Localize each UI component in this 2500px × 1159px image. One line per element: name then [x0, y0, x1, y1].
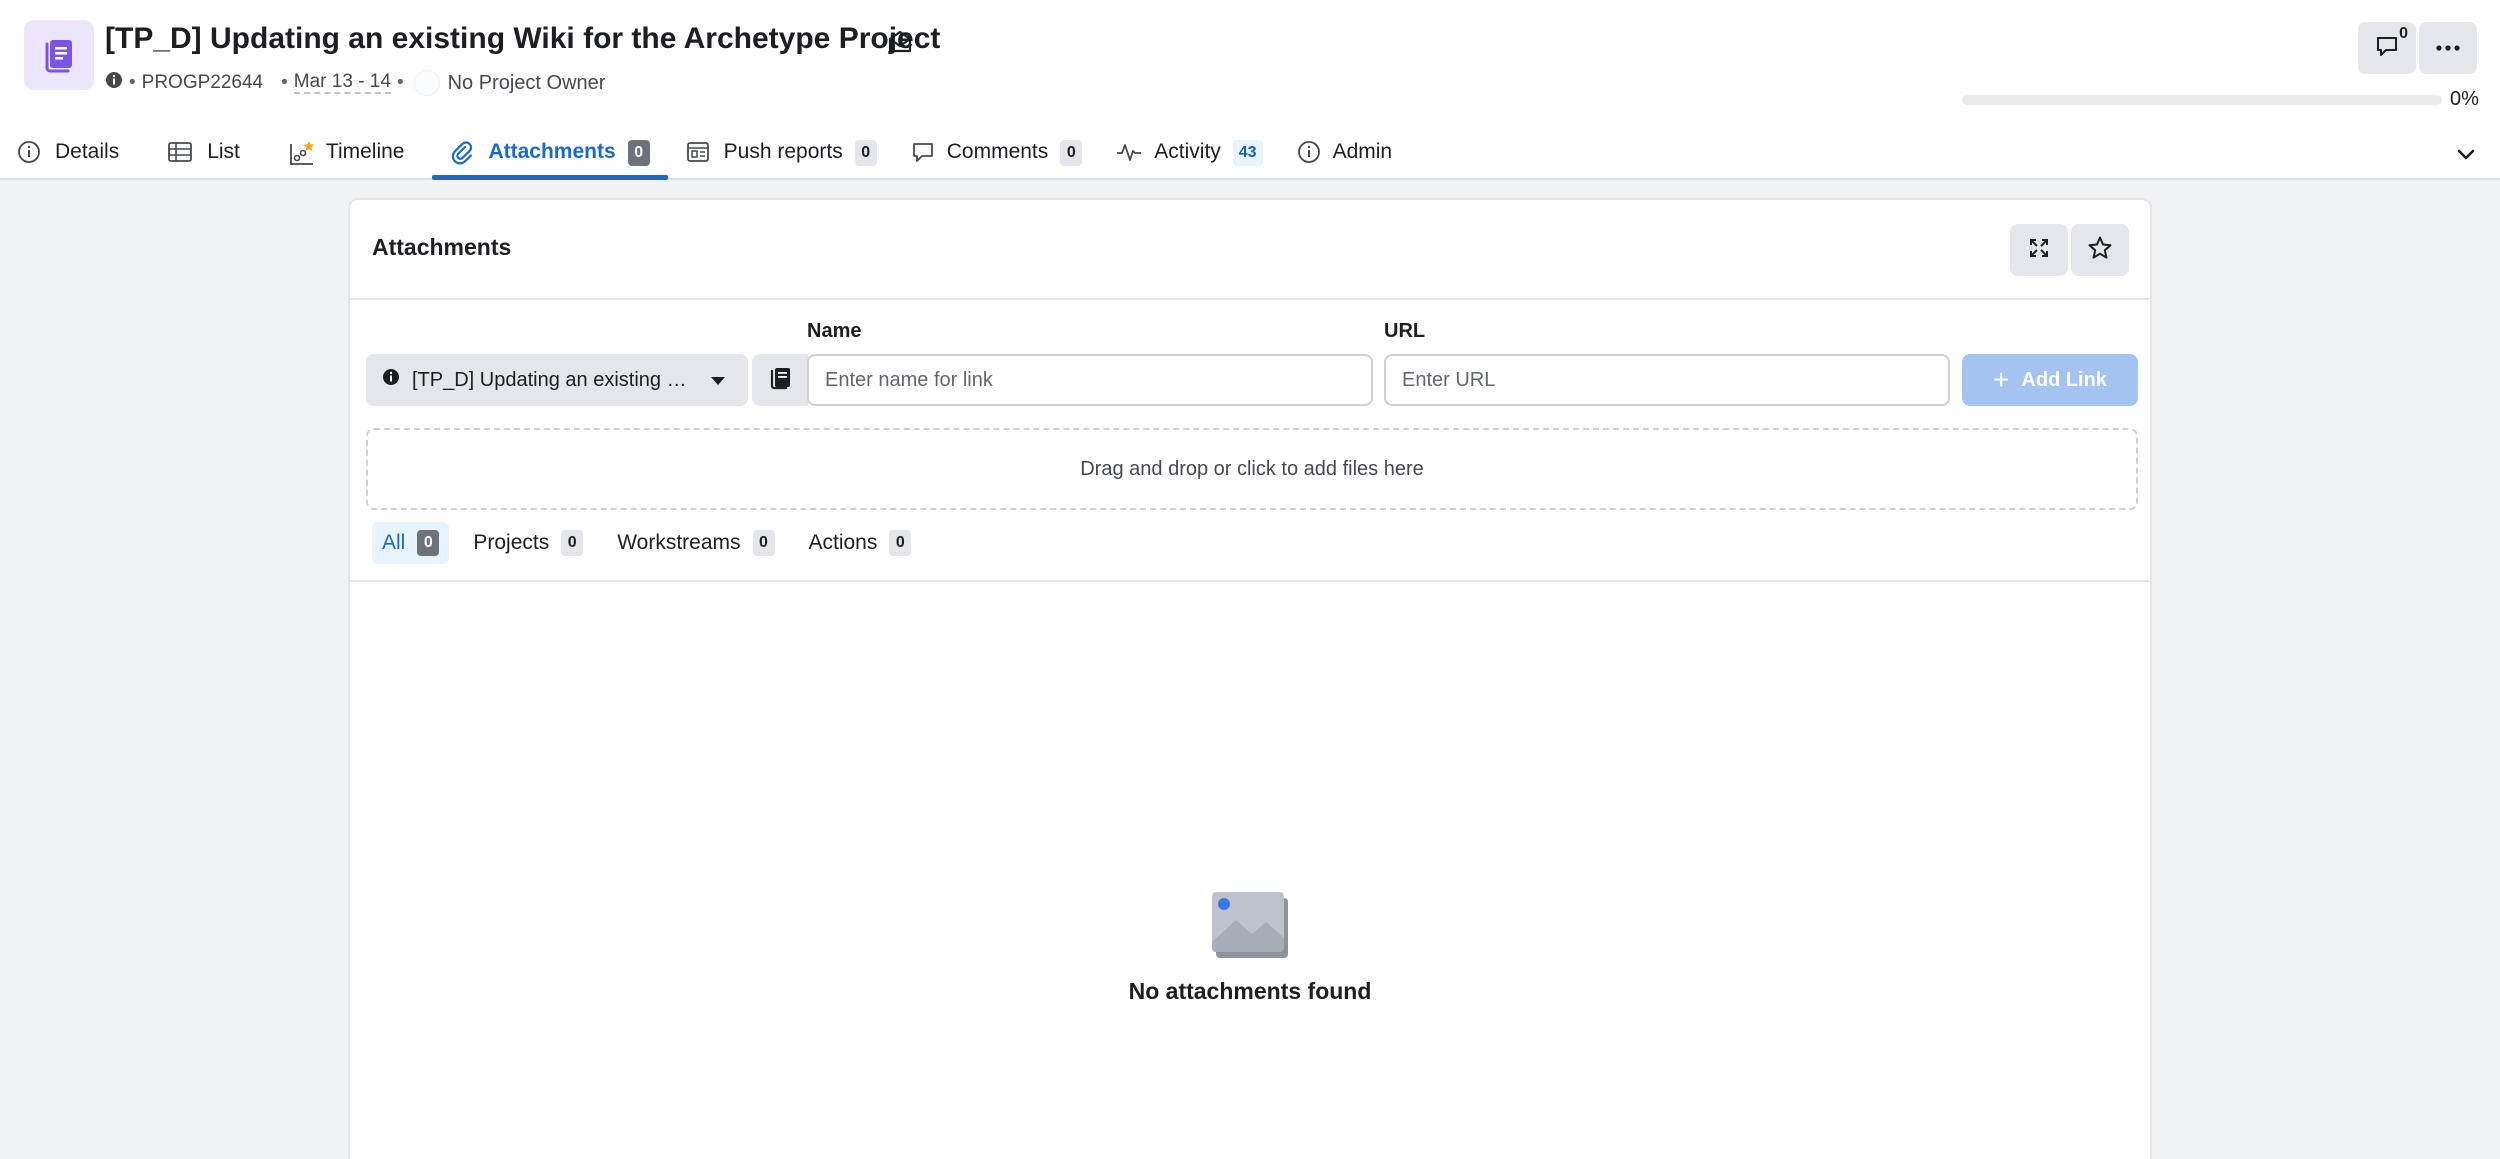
filter-label: Workstreams — [617, 531, 741, 554]
tab-label: Details — [55, 140, 120, 163]
expand-icon — [2028, 237, 2050, 264]
owner-avatar[interactable] — [413, 70, 440, 96]
name-label: Name — [807, 320, 862, 342]
card-header: Attachments — [350, 200, 2150, 300]
scope-select-value: [TP_D] Updating an existing Wiki for the… — [412, 368, 702, 391]
empty-state: No attachments found — [350, 890, 2150, 1005]
filter-projects[interactable]: Projects 0 — [463, 522, 593, 564]
separator-dot: • — [396, 72, 404, 93]
mail-icon[interactable] — [886, 28, 914, 56]
link-url-input[interactable] — [1384, 354, 1950, 406]
tab-bar: Details List Timeline Attachments 0 Push… — [0, 132, 1392, 180]
tab-label: Timeline — [325, 140, 405, 163]
filter-label: All — [382, 531, 406, 554]
tab-label: Comments — [946, 140, 1049, 163]
tab-count-badge: 0 — [1060, 140, 1083, 166]
filter-count-badge: 0 — [561, 530, 584, 556]
progress-bar — [1962, 95, 2442, 105]
tab-count-badge: 0 — [854, 140, 877, 166]
comment-icon — [911, 140, 947, 170]
project-code: PROGP22644 — [141, 72, 264, 93]
separator-dot: • — [129, 72, 136, 93]
progress-percent: 0% — [2450, 88, 2479, 110]
separator-dot: • — [281, 72, 288, 93]
tab-attachments[interactable]: Attachments 0 — [432, 132, 668, 180]
chevron-down-icon[interactable] — [2452, 140, 2480, 168]
tab-label: List — [207, 140, 240, 163]
tab-label: Admin — [1332, 140, 1393, 163]
comments-button[interactable]: 0 — [2358, 22, 2416, 74]
card-title: Attachments — [372, 234, 512, 260]
tab-admin[interactable]: Admin — [1297, 132, 1393, 180]
file-dropzone[interactable]: Drag and drop or click to add files here — [366, 428, 2138, 510]
tab-label: Attachments — [488, 140, 616, 163]
comments-count-badge: 0 — [2399, 25, 2408, 42]
attachment-scope-select[interactable]: [TP_D] Updating an existing Wiki for the… — [366, 354, 748, 406]
attachment-filters: All 0 Projects 0 Workstreams 0 Actions 0 — [372, 522, 935, 564]
image-placeholder-icon — [1210, 890, 1290, 960]
project-meta: • PROGP22644 • Mar 13 - 14 • No Project … — [105, 69, 605, 97]
info-icon[interactable] — [105, 71, 123, 95]
ellipsis-icon — [2435, 39, 2461, 57]
info-icon — [1297, 140, 1333, 170]
comment-icon — [2374, 33, 2400, 64]
add-link-label: Add Link — [2021, 368, 2107, 391]
filter-count-badge: 0 — [417, 530, 440, 556]
tab-push-reports[interactable]: Push reports 0 — [686, 132, 877, 180]
activity-icon — [1116, 140, 1154, 170]
plus-icon: + — [1993, 364, 2010, 395]
timeline-icon — [288, 140, 326, 174]
divider — [350, 580, 2150, 582]
link-name-input[interactable] — [807, 354, 1373, 406]
filter-actions[interactable]: Actions 0 — [799, 522, 922, 564]
info-icon — [382, 368, 400, 392]
paperclip-icon — [450, 140, 488, 172]
project-dates[interactable]: Mar 13 - 14 — [293, 72, 391, 94]
tab-list[interactable]: List — [167, 132, 240, 180]
filter-all[interactable]: All 0 — [372, 522, 450, 564]
filter-label: Actions — [808, 531, 878, 554]
project-owner[interactable]: No Project Owner — [448, 72, 606, 95]
url-label: URL — [1384, 320, 1426, 342]
filter-count-badge: 0 — [752, 530, 775, 556]
tab-label: Push reports — [723, 140, 843, 163]
star-icon — [2087, 235, 2113, 266]
tab-details[interactable]: Details — [17, 132, 119, 180]
favorite-button[interactable] — [2071, 224, 2129, 276]
tab-timeline[interactable]: Timeline — [288, 132, 405, 180]
page-title: [TP_D] Updating an existing Wiki for the… — [105, 22, 941, 55]
book-button[interactable] — [752, 354, 808, 406]
add-link-button[interactable]: + Add Link — [1962, 354, 2138, 406]
filter-count-badge: 0 — [889, 530, 912, 556]
project-header: [TP_D] Updating an existing Wiki for the… — [0, 0, 2500, 180]
attachments-card: Attachments Name URL [TP_D] Updating an … — [348, 198, 2152, 1159]
tab-count-badge: 43 — [1232, 140, 1263, 166]
more-options-button[interactable] — [2419, 22, 2477, 74]
report-icon — [686, 140, 724, 170]
tab-activity[interactable]: Activity 43 — [1116, 132, 1263, 180]
caret-down-icon — [710, 369, 726, 392]
expand-button[interactable] — [2010, 224, 2068, 276]
project-book-icon — [24, 20, 94, 90]
filter-workstreams[interactable]: Workstreams 0 — [607, 522, 784, 564]
book-icon — [767, 365, 793, 396]
dropzone-text: Drag and drop or click to add files here — [1080, 457, 1424, 480]
table-icon — [167, 140, 207, 170]
tab-comments[interactable]: Comments 0 — [911, 132, 1083, 180]
tab-count-badge: 0 — [627, 140, 650, 166]
info-icon — [17, 140, 55, 170]
filter-label: Projects — [473, 531, 550, 554]
empty-state-text: No attachments found — [1128, 978, 1372, 1004]
tab-label: Activity — [1154, 140, 1221, 163]
